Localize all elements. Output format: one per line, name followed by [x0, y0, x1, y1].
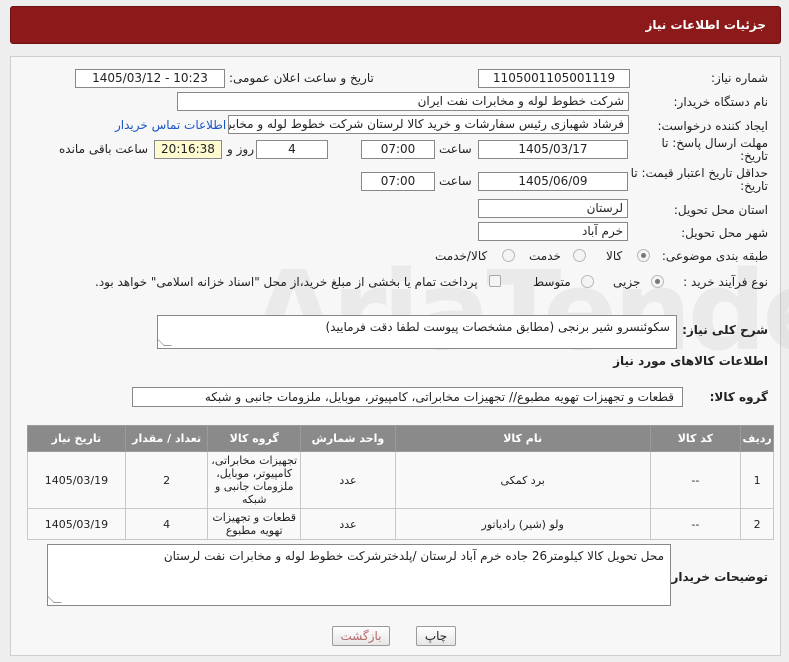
buyer-contact-link[interactable]: اطلاعات تماس خریدار	[115, 118, 226, 132]
cell-row: 1	[740, 451, 774, 509]
requester-label: ایجاد کننده درخواست:	[657, 119, 768, 133]
col-group: گروه کالا	[207, 425, 302, 452]
buyer-notes-text: محل تحویل کالا کیلومتر26 جاده خرم آباد ل…	[163, 549, 664, 563]
purchase-type-label: نوع فرآیند خرید :	[683, 275, 768, 289]
reply-deadline-date: 1405/03/17	[478, 140, 628, 159]
buyer-org-field: شرکت خطوط لوله و مخابرات نفت ایران	[177, 92, 629, 111]
cell-name: ولو (شیر) رادیاتور	[394, 508, 651, 540]
cell-code: --	[649, 508, 742, 540]
table-row: 2 -- ولو (شیر) رادیاتور عدد قطعات و تجهی…	[27, 508, 774, 540]
cell-qty: 2	[124, 451, 209, 509]
remaining-time: 20:16:38	[154, 140, 222, 159]
category-option-service: خدمت	[529, 249, 561, 263]
details-panel: AriaTender.net شماره نیاز: 1105001105001…	[10, 56, 789, 656]
purchase-option-medium: متوسط	[533, 275, 571, 289]
page-background: جزئیات اطلاعات نیاز AriaTender.net شماره…	[0, 0, 789, 662]
summary-text: سکوئنسرو شیر برنجی (مطابق مشخصات پیوست ل…	[325, 320, 671, 334]
summary-textarea: سکوئنسرو شیر برنجی (مطابق مشخصات پیوست ل…	[157, 315, 677, 349]
announce-datetime-label: تاریخ و ساعت اعلان عمومی:	[229, 71, 374, 85]
treasury-payment-checkbox[interactable]	[489, 275, 501, 287]
print-button[interactable]: چاپ	[416, 626, 456, 646]
reply-deadline-label: مهلت ارسال پاسخ: تا تاریخ:	[661, 136, 768, 163]
reply-time-label: ساعت	[439, 142, 472, 156]
resize-handle[interactable]	[158, 338, 172, 346]
table-header-row: ردیف کد کالا نام کالا واحد شمارش گروه کا…	[27, 425, 774, 452]
col-date: تاریخ نیاز	[27, 425, 126, 452]
category-radio-service[interactable]	[573, 249, 586, 262]
goods-section-title: اطلاعات کالاهای مورد نیاز	[613, 354, 768, 368]
table-row: 1 -- برد کمکی عدد تجهیزات مخابراتی، کامپ…	[27, 451, 774, 509]
city-label: شهر محل تحویل:	[681, 226, 768, 240]
col-qty: تعداد / مقدار	[124, 425, 209, 452]
category-option-goods: کالا	[606, 249, 623, 263]
resize-handle[interactable]	[48, 595, 62, 603]
col-name: نام کالا	[394, 425, 651, 452]
remaining-label: ساعت باقی مانده	[59, 142, 149, 156]
price-validity-time: 07:00	[361, 172, 435, 191]
buyer-notes-label: توضیحات خریدار:	[666, 570, 768, 584]
province-label: استان محل تحویل:	[673, 203, 768, 217]
remaining-days: 4	[256, 140, 328, 159]
purchase-option-minor: جزیی	[613, 275, 641, 289]
goods-group-label: گروه کالا:	[709, 390, 768, 404]
cell-group: قطعات و تجهیزات تهویه مطبوع	[207, 508, 302, 540]
cell-row: 2	[740, 508, 774, 540]
goods-table: ردیف کد کالا نام کالا واحد شمارش گروه کا…	[27, 425, 774, 540]
treasury-payment-note: پرداخت تمام یا بخشی از مبلغ خرید،از محل …	[95, 275, 478, 289]
price-validity-date: 1405/06/09	[478, 172, 628, 191]
buyer-notes-textarea: محل تحویل کالا کیلومتر26 جاده خرم آباد ل…	[47, 544, 671, 606]
col-unit: واحد شمارش	[300, 425, 396, 452]
buyer-org-label: نام دستگاه خریدار:	[673, 95, 769, 109]
purchase-radio-medium[interactable]	[581, 275, 594, 288]
days-label: روز و	[227, 142, 254, 156]
cell-date: 1405/03/19	[27, 508, 126, 540]
cell-name: برد کمکی	[394, 451, 651, 509]
price-validity-label: حداقل تاریخ اعتبار قیمت: تا تاریخ:	[630, 166, 768, 193]
category-radio-goods[interactable]	[637, 249, 650, 262]
category-label: طبقه بندی موضوعی:	[661, 249, 768, 263]
cell-group: تجهیزات مخابراتی، کامپیوتر، موبایل، ملزو…	[207, 451, 302, 509]
category-option-goods-service: کالا/خدمت	[435, 249, 488, 263]
province-field: لرستان	[478, 199, 628, 218]
announce-datetime-field: 1405/03/12 - 10:23	[75, 69, 225, 88]
cell-unit: عدد	[300, 508, 396, 540]
cell-code: --	[649, 451, 742, 509]
requester-field: فرشاد شهبازی رئیس سفارشات و خرید کالا لر…	[228, 115, 629, 134]
category-radio-goods-service[interactable]	[502, 249, 515, 262]
col-row: ردیف	[740, 425, 774, 452]
purchase-radio-minor[interactable]	[651, 275, 664, 288]
back-button[interactable]: بازگشت	[332, 626, 390, 646]
goods-group-field: قطعات و تجهیزات تهویه مطبوع// تجهیزات مخ…	[132, 387, 683, 407]
cell-unit: عدد	[300, 451, 396, 509]
need-number-label: شماره نیاز:	[711, 71, 768, 85]
cell-date: 1405/03/19	[27, 451, 126, 509]
cell-qty: 4	[124, 508, 209, 540]
city-field: خرم آباد	[478, 222, 628, 241]
col-code: کد کالا	[649, 425, 742, 452]
page-title-bar: جزئیات اطلاعات نیاز	[10, 6, 781, 44]
need-number-field: 1105001105001119	[478, 69, 630, 88]
summary-label: شرح کلی نیاز:	[682, 323, 768, 337]
reply-deadline-time: 07:00	[361, 140, 435, 159]
page-title: جزئیات اطلاعات نیاز	[645, 18, 766, 32]
price-time-label: ساعت	[439, 174, 472, 188]
